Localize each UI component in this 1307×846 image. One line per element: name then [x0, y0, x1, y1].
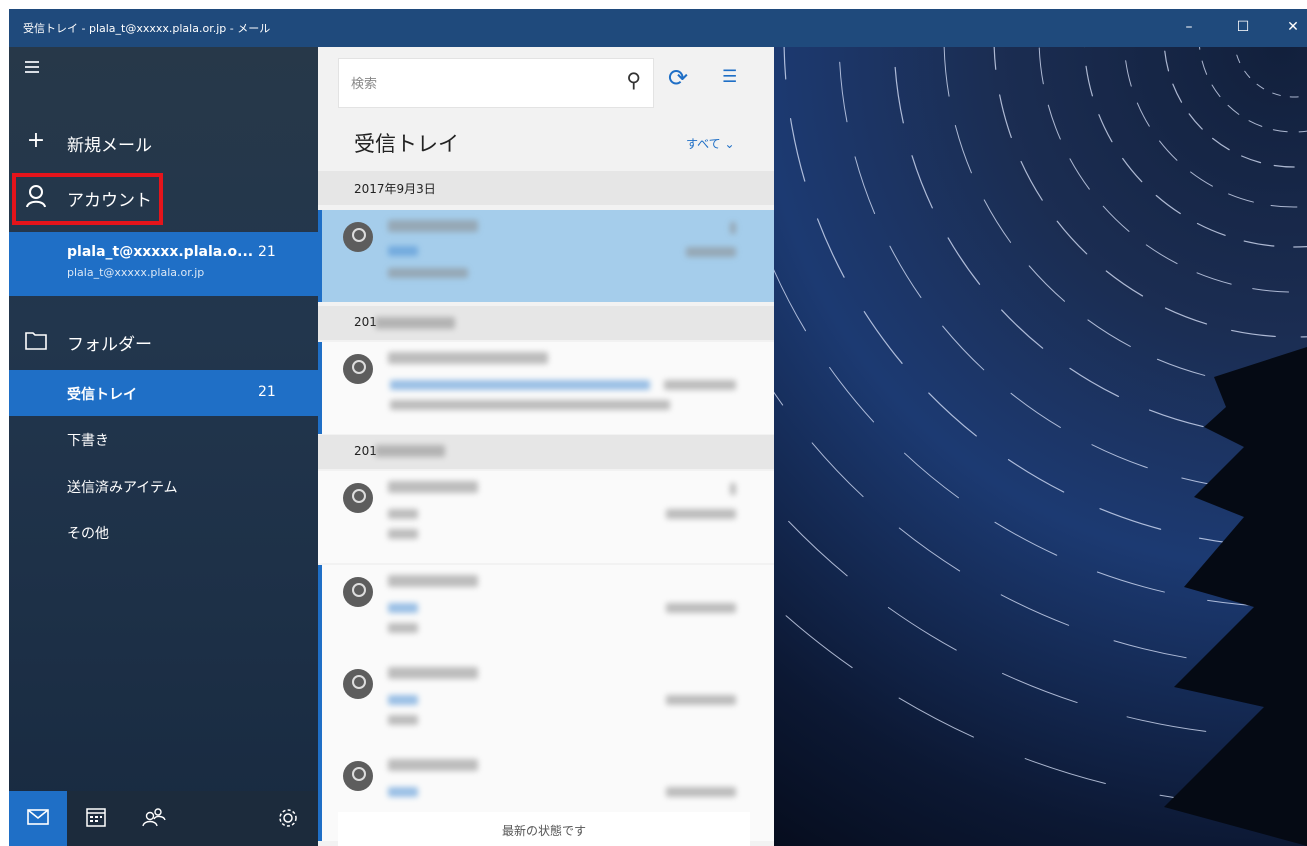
- settings-nav-button[interactable]: [259, 791, 317, 846]
- sync-status-bar: 最新の状態です: [338, 812, 750, 846]
- chevron-down-icon: ⌄: [724, 137, 735, 151]
- avatar: [343, 222, 373, 252]
- avatar: [343, 354, 373, 384]
- message-item[interactable]: [318, 342, 774, 434]
- title-bar: 受信トレイ - plala_t@xxxxx.plala.or.jp - メール …: [9, 9, 1307, 47]
- navigation-pane: + 新規メール アカウント plala_t@xxxxx.plala.o... p…: [9, 47, 318, 846]
- folder-label: 下書き: [67, 433, 109, 449]
- list-title: 受信トレイ: [354, 132, 459, 156]
- account-unread-count: 21: [258, 244, 276, 260]
- folder-label: 送信済みアイテム: [67, 480, 178, 496]
- sync-status-text: 最新の状態です: [501, 824, 586, 838]
- account-name: plala_t@xxxxx.plala.o...: [67, 244, 254, 260]
- folder-label: その他: [67, 526, 109, 542]
- folder-other[interactable]: その他: [9, 509, 318, 555]
- message-item[interactable]: [318, 657, 774, 749]
- folder-label: 受信トレイ: [67, 387, 137, 403]
- background-image: [774, 47, 1307, 846]
- folder-unread-count: 21: [258, 384, 276, 400]
- people-nav-button[interactable]: [125, 791, 183, 846]
- window-title: 受信トレイ - plala_t@xxxxx.plala.or.jp - メール: [23, 22, 271, 35]
- selection-mode-icon[interactable]: ☰: [722, 67, 737, 87]
- folders-label: フォルダー: [67, 335, 152, 355]
- account-item[interactable]: plala_t@xxxxx.plala.o... plala_t@xxxxx.p…: [9, 232, 318, 296]
- bottom-navigation: [9, 791, 318, 846]
- mail-icon: [27, 809, 49, 825]
- star-trails-image: [774, 47, 1307, 846]
- search-input[interactable]: 検索: [351, 73, 377, 92]
- sync-icon[interactable]: ⟳: [668, 64, 688, 92]
- folder-drafts[interactable]: 下書き: [9, 416, 318, 462]
- mail-window: 受信トレイ - plala_t@xxxxx.plala.or.jp - メール …: [9, 9, 1307, 846]
- plus-icon: +: [26, 128, 46, 153]
- folder-inbox[interactable]: 受信トレイ 21: [9, 370, 318, 416]
- calendar-nav-button[interactable]: [67, 791, 125, 846]
- close-button[interactable]: ✕: [1271, 9, 1307, 47]
- gear-icon: [279, 809, 297, 827]
- search-box[interactable]: 検索 ⚲: [338, 58, 654, 108]
- search-icon[interactable]: ⚲: [626, 68, 641, 92]
- people-icon: [142, 808, 166, 827]
- date-header: 2017年9月3日: [318, 171, 774, 205]
- folders-button[interactable]: フォルダー: [9, 318, 318, 364]
- minimize-button[interactable]: –: [1167, 9, 1211, 47]
- message-item[interactable]: [318, 565, 774, 657]
- calendar-icon: [86, 808, 106, 827]
- folder-sent-items[interactable]: 送信済みアイテム: [9, 463, 318, 509]
- mail-nav-button[interactable]: [9, 791, 67, 846]
- maximize-button[interactable]: ☐: [1221, 9, 1265, 47]
- filter-label: すべて: [686, 137, 721, 151]
- folder-icon: [25, 327, 47, 353]
- message-item[interactable]: [318, 210, 774, 302]
- highlight-annotation: [12, 173, 163, 225]
- message-list-pane: 検索 ⚲ ⟳ ☰ 受信トレイ すべて ⌄ 2017年9月3日 201 201 最…: [318, 47, 774, 846]
- avatar: [343, 669, 373, 699]
- hamburger-menu-icon[interactable]: [25, 61, 45, 75]
- new-mail-button[interactable]: + 新規メール: [9, 119, 318, 165]
- avatar: [343, 761, 373, 791]
- avatar: [343, 577, 373, 607]
- filter-dropdown[interactable]: すべて ⌄: [686, 135, 735, 152]
- account-email: plala_t@xxxxx.plala.or.jp: [67, 266, 205, 279]
- message-item[interactable]: [318, 471, 774, 563]
- new-mail-label: 新規メール: [67, 136, 152, 156]
- avatar: [343, 483, 373, 513]
